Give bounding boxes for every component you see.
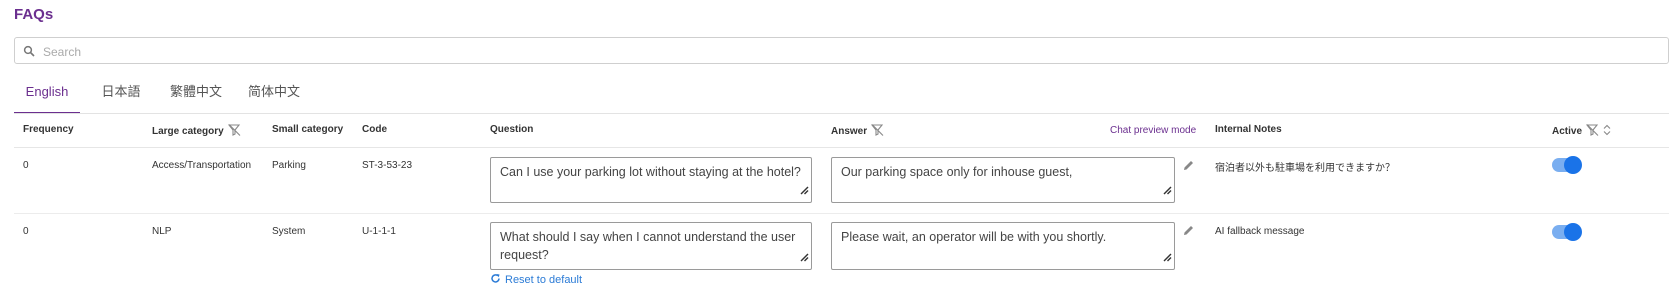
active-toggle[interactable] (1552, 156, 1582, 174)
sort-icon[interactable] (1603, 124, 1611, 139)
question-field[interactable]: What should I say when I cannot understa… (490, 222, 812, 270)
column-header-frequency[interactable]: Frequency (23, 124, 74, 135)
column-label-answer: Answer (831, 126, 868, 137)
page-title: FAQs (14, 6, 54, 23)
row-divider (14, 213, 1669, 214)
tab-traditional-chinese[interactable]: 繁體中文 (164, 82, 228, 112)
reset-to-default-link[interactable]: Reset to default (490, 273, 582, 287)
tab-english[interactable]: English (14, 82, 80, 114)
frequency-cell: 0 (23, 160, 29, 171)
column-header-large-category[interactable]: Large category (152, 124, 241, 139)
tabs-divider (14, 113, 1669, 114)
pencil-icon[interactable] (1182, 224, 1195, 242)
answer-field[interactable]: Our parking space only for inhouse guest… (831, 157, 1175, 203)
toggle-knob (1564, 223, 1582, 241)
column-label-code: Code (362, 124, 387, 135)
code-cell: ST-3-53-23 (362, 160, 413, 171)
column-label-small-category: Small category (272, 124, 344, 135)
large-category-cell: NLP (152, 226, 172, 237)
filter-off-icon[interactable] (870, 124, 884, 139)
search-box[interactable] (14, 37, 1669, 64)
chat-preview-mode-link[interactable]: Chat preview mode (1110, 125, 1196, 136)
large-category-cell: Access/Transportation (152, 160, 252, 171)
resize-grip-icon[interactable] (1162, 182, 1172, 200)
column-header-answer[interactable]: Answer (831, 124, 884, 139)
reset-to-default-label: Reset to default (505, 274, 583, 286)
filter-off-icon[interactable] (1585, 124, 1599, 139)
frequency-cell: 0 (23, 226, 29, 237)
answer-textarea[interactable]: Our parking space only for inhouse guest… (832, 158, 1174, 202)
tab-japanese[interactable]: 日本語 (90, 82, 152, 112)
tab-simplified-chinese[interactable]: 简体中文 (242, 82, 306, 112)
column-label-active: Active (1552, 126, 1583, 137)
column-label-internal-notes: Internal Notes (1215, 124, 1282, 135)
internal-notes-cell: 宿泊者以外も駐車場を利用できますか？ (1215, 163, 1395, 174)
column-label-large-category: Large category (152, 126, 224, 137)
column-header-active[interactable]: Active (1552, 124, 1611, 139)
column-header-question[interactable]: Question (490, 124, 533, 135)
code-cell: U-1-1-1 (362, 226, 396, 237)
resize-grip-icon[interactable] (799, 182, 809, 200)
column-header-code[interactable]: Code (362, 124, 387, 135)
resize-grip-icon[interactable] (799, 249, 809, 267)
question-textarea[interactable]: Can I use your parking lot without stayi… (491, 158, 811, 202)
search-input[interactable] (41, 41, 1645, 62)
column-header-small-category[interactable]: Small category (272, 124, 343, 135)
header-divider (14, 147, 1669, 148)
column-label-frequency: Frequency (23, 124, 74, 135)
column-label-question: Question (490, 124, 534, 135)
refresh-icon (490, 273, 501, 287)
answer-textarea[interactable]: Please wait, an operator will be with yo… (832, 223, 1174, 269)
question-field[interactable]: Can I use your parking lot without stayi… (490, 157, 812, 203)
toggle-knob (1564, 156, 1582, 174)
question-textarea[interactable]: What should I say when I cannot understa… (491, 223, 811, 269)
resize-grip-icon[interactable] (1162, 249, 1172, 267)
pencil-icon[interactable] (1182, 159, 1195, 177)
small-category-cell: System (272, 226, 306, 237)
internal-notes-cell: AI fallback message (1215, 226, 1305, 237)
filter-off-icon[interactable] (227, 124, 241, 139)
column-header-internal-notes[interactable]: Internal Notes (1215, 124, 1282, 135)
answer-field[interactable]: Please wait, an operator will be with yo… (831, 222, 1175, 270)
small-category-cell: Parking (272, 160, 306, 171)
active-toggle[interactable] (1552, 223, 1582, 241)
search-icon (23, 44, 35, 62)
